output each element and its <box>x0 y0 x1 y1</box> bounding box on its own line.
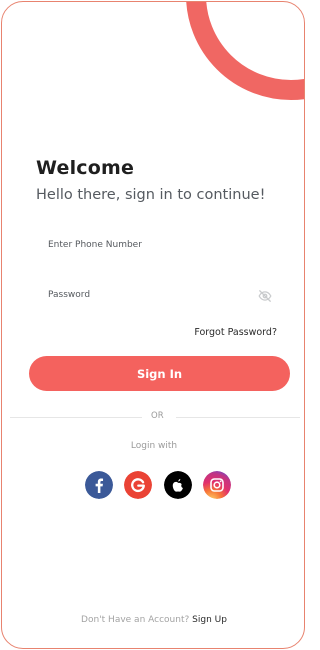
password-input[interactable]: Password <box>34 282 280 308</box>
forgot-password-link[interactable]: Forgot Password? <box>194 327 277 338</box>
google-icon <box>124 471 152 499</box>
no-account-text: Don't Have an Account? <box>81 615 190 625</box>
phone-number-input[interactable]: Enter Phone Number <box>34 232 280 258</box>
facebook-login-button[interactable] <box>85 471 113 499</box>
login-screen: Welcome Hello there, sign in to continue… <box>1 1 305 649</box>
divider-line-right <box>176 417 300 418</box>
instagram-login-button[interactable] <box>203 471 231 499</box>
signup-prompt: Don't Have an Account? Sign Up <box>2 615 304 625</box>
page-subtitle: Hello there, sign in to continue! <box>36 187 266 203</box>
eye-off-icon[interactable] <box>258 288 272 302</box>
login-with-label: Login with <box>130 441 178 451</box>
divider-line-left <box>10 417 142 418</box>
instagram-icon <box>203 471 231 499</box>
password-label: Password <box>48 290 91 300</box>
apple-login-button[interactable] <box>164 471 192 499</box>
phone-number-label: Enter Phone Number <box>48 240 142 250</box>
facebook-icon <box>85 471 113 499</box>
google-login-button[interactable] <box>124 471 152 499</box>
decorative-arc <box>186 2 304 100</box>
apple-icon <box>164 471 192 499</box>
page-title: Welcome <box>36 157 135 179</box>
or-divider: OR <box>10 411 300 423</box>
sign-up-link[interactable]: Sign Up <box>192 615 227 625</box>
sign-in-button[interactable]: Sign In <box>29 356 290 391</box>
or-label: OR <box>151 411 164 421</box>
